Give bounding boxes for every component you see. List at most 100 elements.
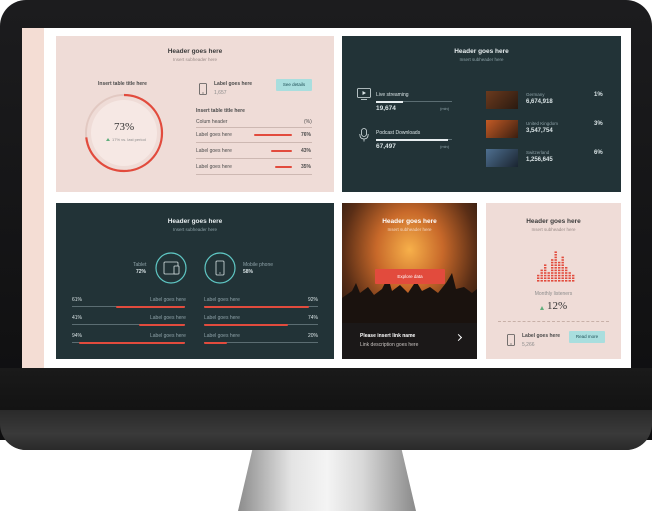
see-details-button[interactable]: See details [276,79,312,91]
column-unit: (%) [304,119,312,125]
phone-icon [507,334,515,346]
country-thumbnail [486,91,518,109]
stream-label: Live streaming [376,92,409,98]
equalizer-icon [537,251,575,282]
tablet-icon [155,252,187,284]
microphone-icon [359,128,369,142]
card-subheader: Insert subheader here [459,57,504,62]
row-percent: 74% [308,315,319,321]
gauge-chart [84,93,164,173]
country-percent: 1% [594,92,603,98]
row-percent: 61% [72,297,83,303]
stream-unit: (min) [440,144,450,149]
mobile-label: Mobile phone [243,262,274,268]
dashed-divider [498,321,609,322]
stream-label: Podcast Downloads [376,130,421,136]
stream-value: 19,674 [376,105,396,112]
table-row-label: Label goes here [196,148,232,154]
table-row-label: Label goes here [196,132,232,138]
label: Label goes here [522,333,561,339]
country-value: 1,256,645 [526,157,553,163]
row-bar [78,341,185,344]
row-percent: 41% [72,315,83,321]
card-header: Header goes here [526,218,581,225]
table-row-value: 35% [301,164,312,170]
label-value: 5,266 [522,342,535,348]
country-name: United Kingdom [526,121,559,126]
table-row-value: 76% [301,132,312,138]
country-value: 3,547,754 [526,128,553,134]
row-bar [204,305,309,308]
country-name: Switzerland [526,150,550,155]
country-name: Germany [526,92,545,97]
row-label: Label goes here [150,297,186,303]
mobile-value: 58% [243,269,254,275]
row-bar [138,323,185,326]
row-bar [254,134,292,136]
card-subheader: Insert subheader here [172,57,218,62]
row-divider [196,142,312,143]
country-percent: 3% [594,121,603,127]
card-subheader: Insert subheader here [531,227,576,232]
screen: Header goes here Insert subheader here I… [22,28,631,368]
stream-value: 67,497 [376,143,396,150]
row-bar [116,305,185,308]
row-percent: 94% [72,333,83,339]
mobile-phone-icon [204,252,236,284]
column-header: Colum header [196,119,228,125]
row-label: Label goes here [204,315,240,321]
link-description: Link description goes here [360,342,419,348]
row-bar [274,166,292,168]
card-summary: Header goes here Insert subheader here I… [56,36,334,192]
card-header: Header goes here [167,218,223,225]
card-subheader: Insert subheader here [387,227,432,232]
monitor-stand [238,450,416,511]
percentage-value: 12% [547,300,568,312]
row-bar [270,150,292,152]
row-label: Label goes here [150,333,186,339]
stream-bar [376,100,403,103]
card-devices: Header goes here Insert subheader here T… [56,203,334,359]
device-label: Label goes here [214,81,253,87]
card-streaming: Header goes here Insert subheader here L… [342,36,621,192]
card-header: Header goes here [382,218,437,225]
tablet-value: 72% [136,269,147,275]
caption: Monthly listeners [534,291,573,297]
country-thumbnail [486,149,518,167]
card-listeners: Header goes here Insert subheader here M… [486,203,621,359]
up-arrow-icon [540,306,544,310]
link-name[interactable]: Please insert link name [360,333,415,339]
tablet-label: Tablet [133,262,147,268]
table-row-value: 43% [301,148,312,154]
phone-icon [199,83,207,95]
live-streaming-icon [357,88,371,100]
up-arrow-icon [106,138,110,141]
country-thumbnail [486,120,518,138]
explore-data-button[interactable]: Explore data [375,269,445,284]
sidebar-strip [22,28,44,368]
row-bar [204,323,289,326]
monitor-chin [0,368,652,450]
row-label: Label goes here [150,315,186,321]
card-header: Header goes here [454,48,509,55]
row-label: Label goes here [204,297,240,303]
row-divider [196,174,312,175]
row-percent: 20% [308,333,319,339]
row-label: Label goes here [204,333,240,339]
row-divider [196,158,312,159]
country-value: 6,674,918 [526,99,553,105]
stream-unit: (min) [440,106,450,111]
card-concert: Header goes here Insert subheader here E… [342,203,477,359]
table-title: Insert table title here [196,108,245,114]
gauge-value: 73% [114,121,135,133]
gauge-note: 17% vs. last period [112,137,146,142]
table-row-label: Label goes here [196,164,232,170]
read-more-button[interactable]: Read more [569,331,605,343]
country-percent: 6% [594,150,603,156]
row-percent: 92% [308,297,319,303]
stream-bar [376,138,449,141]
device-value: 1,657 [214,90,227,96]
row-bar [204,341,227,344]
card-subheader: Insert subheader here [172,227,218,232]
table-title-left: Insert table title here [98,81,147,87]
